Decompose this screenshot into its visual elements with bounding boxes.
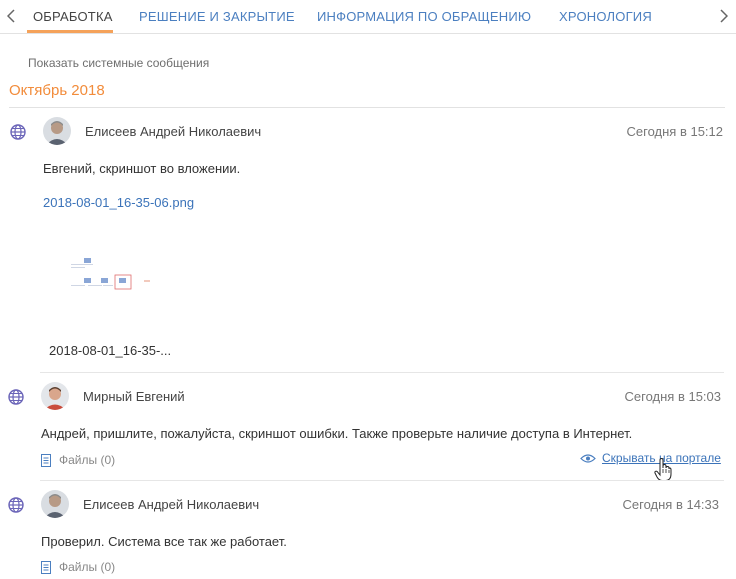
chevron-left-icon[interactable]: [4, 8, 18, 24]
tab-resolution-closing[interactable]: РЕШЕНИЕ И ЗАКРЫТИЕ: [139, 0, 295, 33]
attachment-caption: 2018-08-01_16-35-...: [49, 343, 172, 358]
message-author[interactable]: Елисеев Андрей Николаевич: [83, 497, 259, 512]
message-date: Сегодня в 14:33: [622, 497, 719, 512]
attachment-thumbnail[interactable]: [43, 232, 173, 336]
eye-icon: [580, 453, 596, 463]
hand-cursor-icon: [654, 458, 672, 481]
globe-icon: [8, 497, 24, 513]
files-link[interactable]: Файлы (0): [41, 560, 115, 574]
hide-on-portal-link[interactable]: Скрывать на портале: [580, 451, 721, 465]
message-text: Проверил. Система все так же работает.: [41, 534, 287, 549]
files-label: Файлы (0): [59, 453, 116, 467]
tab-request-info[interactable]: ИНФОРМАЦИЯ ПО ОБРАЩЕНИЮ: [317, 0, 531, 33]
avatar[interactable]: [41, 490, 69, 518]
month-divider: [9, 107, 725, 108]
attachment-link[interactable]: 2018-08-01_16-35-06.png: [43, 195, 194, 210]
globe-icon: [8, 389, 24, 405]
message-date: Сегодня в 15:12: [626, 124, 723, 139]
tab-chronology[interactable]: ХРОНОЛОГИЯ: [559, 0, 652, 33]
message-author[interactable]: Мирный Евгений: [83, 389, 185, 404]
files-label: Файлы (0): [59, 560, 116, 574]
document-icon: [41, 560, 51, 574]
message-date: Сегодня в 15:03: [624, 389, 721, 404]
message-text: Евгений, скриншот во вложении.: [43, 161, 241, 176]
tab-processing[interactable]: ОБРАБОТКА: [33, 0, 113, 33]
active-tab-indicator: [27, 30, 113, 33]
message-text: Андрей, пришлите, пожалуйста, скриншот о…: [41, 426, 633, 441]
month-group-header: Октябрь 2018: [9, 82, 105, 99]
chevron-right-icon[interactable]: [717, 8, 731, 24]
tabs-bar: ОБРАБОТКА РЕШЕНИЕ И ЗАКРЫТИЕ ИНФОРМАЦИЯ …: [0, 0, 736, 34]
avatar[interactable]: [41, 382, 69, 410]
show-system-messages-link[interactable]: Показать системные сообщения: [28, 56, 209, 70]
message-divider: [40, 480, 724, 481]
message-divider: [40, 372, 724, 373]
globe-icon: [10, 124, 26, 140]
document-icon: [41, 453, 51, 467]
avatar[interactable]: [43, 117, 71, 145]
files-link[interactable]: Файлы (0): [41, 453, 115, 467]
message-author[interactable]: Елисеев Андрей Николаевич: [85, 124, 261, 139]
